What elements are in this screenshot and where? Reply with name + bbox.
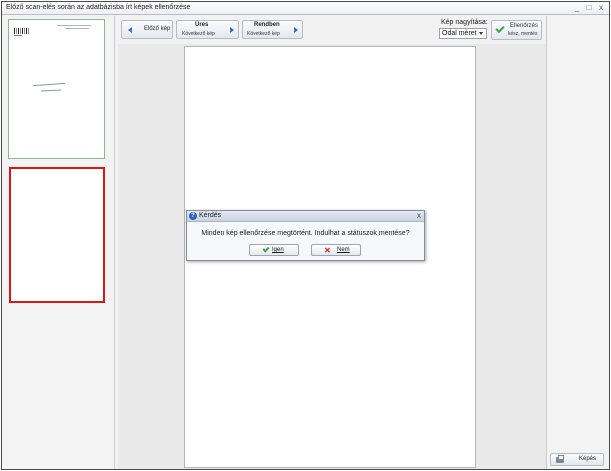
print-label: Képés <box>579 456 597 462</box>
no-button[interactable]: ✕ Nem <box>311 244 361 256</box>
zoom-value: Odal méret <box>442 30 477 37</box>
previous-image-button[interactable]: Előző kép <box>121 20 173 39</box>
zoom-select[interactable]: Odal méret <box>439 28 487 39</box>
window-controls: _ □ x <box>573 3 605 13</box>
checkmark-icon <box>495 23 505 34</box>
no-label: Nem <box>337 247 350 253</box>
arrow-left-icon <box>128 27 132 33</box>
dialog-title-bar: ? Kérdés x <box>187 211 424 222</box>
x-red-icon: ✕ <box>324 246 331 255</box>
empty-next-button[interactable]: Üres Következő kép <box>176 20 239 39</box>
handwriting-line-1 <box>32 82 66 89</box>
barcode-caption <box>14 35 22 36</box>
check-done-line2: kész, mentés <box>508 31 538 37</box>
arrow-right-icon <box>294 27 298 33</box>
previous-image-label: Előző kép <box>144 26 171 32</box>
check-done-line1: Ellenőrzés <box>510 23 539 29</box>
dialog-message: Minden kép ellenőrzése megtörtént. Indul… <box>201 230 410 237</box>
handwriting-line-2 <box>40 89 62 94</box>
arrow-right-icon <box>230 27 234 33</box>
yes-label: Igen <box>272 247 284 253</box>
header-scribble-2 <box>65 28 89 29</box>
barcode-icon <box>14 28 29 34</box>
empty-subtitle: Következő kép <box>182 31 215 37</box>
checkmark-icon <box>262 245 270 253</box>
window-title: Előző scan-elés során az adatbázisba írt… <box>6 4 191 11</box>
dropdown-arrow-icon <box>479 32 483 35</box>
dialog-title: Kérdés <box>199 212 222 219</box>
thumbnail-panel <box>4 16 115 469</box>
dialog-close-button[interactable]: x <box>417 211 421 220</box>
print-button[interactable]: Képés <box>550 453 604 466</box>
yes-button[interactable]: Igen <box>249 244 299 256</box>
printer-icon <box>556 455 564 463</box>
question-dialog: ? Kérdés x Minden kép ellenőrzése megtör… <box>186 210 425 261</box>
minimize-button[interactable]: _ <box>573 3 581 13</box>
check-done-save-button[interactable]: Ellenőrzés kész, mentés <box>491 20 542 40</box>
ok-subtitle: Következő kép <box>247 31 280 37</box>
toolbar: Előző kép Üres Következő kép Rendben Köv… <box>118 16 546 44</box>
page-thumbnail-2-selected[interactable] <box>9 167 105 303</box>
ok-title: Rendben <box>254 22 280 28</box>
question-icon: ? <box>189 212 197 220</box>
header-scribble <box>57 25 91 27</box>
page-thumbnail-1[interactable] <box>8 19 105 159</box>
ok-next-button[interactable]: Rendben Következő kép <box>242 20 303 39</box>
close-button[interactable]: x <box>597 3 605 13</box>
right-panel: Képés <box>546 16 609 469</box>
title-bar: Előző scan-elés során az adatbázisba írt… <box>2 2 609 15</box>
maximize-button[interactable]: □ <box>585 3 593 13</box>
zoom-label: Kép nagyítása: <box>441 19 488 26</box>
empty-title: Üres <box>195 22 209 28</box>
